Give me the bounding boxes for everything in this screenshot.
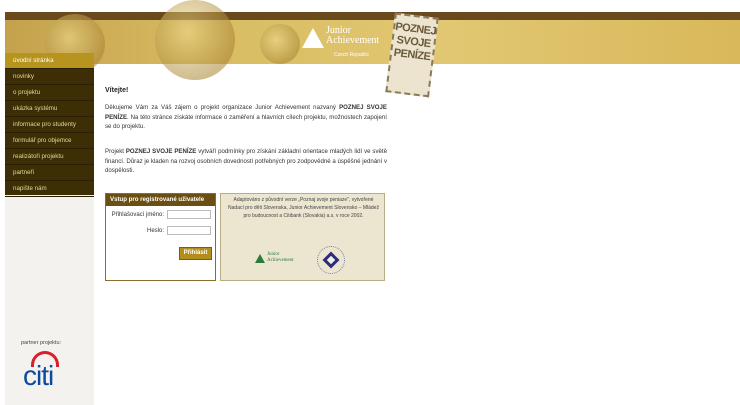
citi-wordmark: citi	[23, 360, 54, 391]
sidebar-item-demo[interactable]: ukázka systému	[5, 101, 94, 117]
text-span: Projekt	[105, 148, 126, 155]
username-label: Přihlašovací jméno:	[111, 212, 164, 218]
logo-subtext: Czech Republic	[334, 52, 370, 58]
sidebar-item-order-form[interactable]: formulář pro objemce	[5, 133, 94, 149]
coin-decoration	[155, 0, 235, 80]
sidebar-item-students[interactable]: informace pro studenty	[5, 117, 94, 133]
sidebar-item-home[interactable]: úvodní stránka	[5, 53, 94, 69]
sidebar-item-contact[interactable]: napište nám	[5, 181, 94, 197]
logo-text-line2: Achievement	[326, 35, 380, 46]
text-span: Děkujeme Vám za Váš zájem o projekt orga…	[105, 104, 340, 111]
sidebar-item-organizers[interactable]: realizátoři projektu	[5, 149, 94, 165]
sidebar-item-partners[interactable]: partneři	[5, 165, 94, 181]
ja-triangle-icon	[302, 28, 324, 48]
header-top-line	[5, 12, 740, 20]
partner-label: partner projektu:	[21, 340, 62, 346]
ja-small-line1: Junior	[267, 252, 280, 257]
sidebar-item-about[interactable]: o projektu	[5, 85, 94, 101]
sidebar-item-news[interactable]: novinky	[5, 69, 94, 85]
junior-achievement-logo[interactable]: Junior Achievement Czech Republic	[302, 24, 382, 62]
project-paragraph: Projekt POZNEJ SVOJE PENÍZE vytváří podm…	[105, 147, 387, 176]
intro-paragraph: Děkujeme Vám za Váš zájem o projekt orga…	[105, 103, 387, 132]
ja-triangle-icon	[255, 254, 265, 263]
username-input[interactable]	[167, 210, 211, 219]
sidebar-menu: úvodní stránka novinky o projektu ukázka…	[5, 53, 94, 197]
ja-small-line2: Achievement	[267, 257, 294, 263]
adaptation-text: Adaptováno z původní verze „Poznaj svoje…	[228, 197, 379, 219]
junior-achievement-small-logo[interactable]: Junior Achievement	[255, 252, 303, 264]
project-name: POZNEJ SVOJE PENÍZE	[125, 148, 197, 155]
text-span: . Na této stránce získáte informace o za…	[105, 113, 387, 131]
password-input[interactable]	[167, 226, 211, 235]
poznej-svoje-penize-stamp: POZNEJ SVOJE PENÍZE	[385, 12, 439, 98]
page-title: Vítejte!	[105, 87, 129, 94]
ja-small-text: Junior Achievement	[267, 252, 294, 263]
citi-logo[interactable]: citi	[21, 351, 69, 395]
adaptation-info-box: Adaptováno z původní verze „Poznaj svoje…	[220, 193, 385, 281]
coin-decoration	[260, 24, 300, 64]
login-box: Vstup pro registrované uživatele Přihlaš…	[105, 193, 216, 281]
login-button[interactable]: Přihlásit	[179, 247, 212, 260]
login-title: Vstup pro registrované uživatele	[106, 194, 215, 206]
nadacia-logo[interactable]	[317, 246, 345, 274]
password-label: Heslo:	[146, 228, 164, 234]
